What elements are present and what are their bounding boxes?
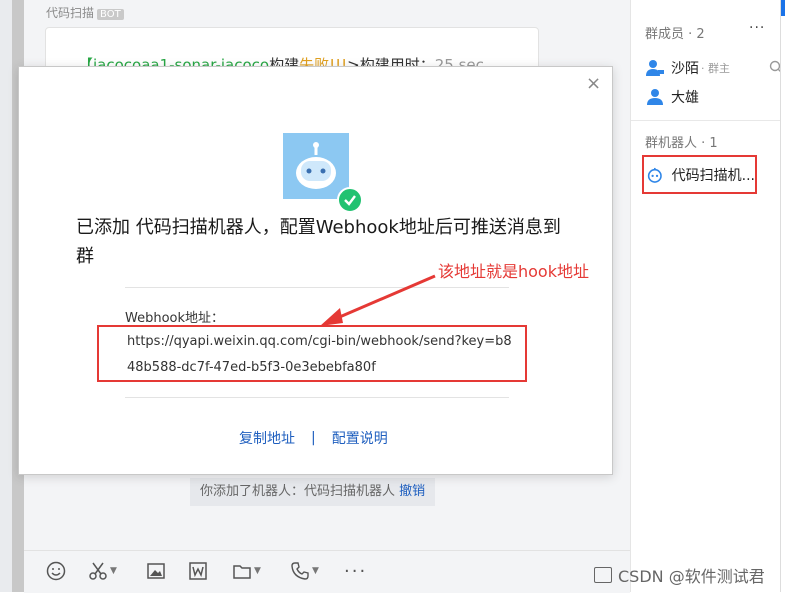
scrollbar[interactable] [780, 0, 806, 592]
undo-link[interactable]: 撤销 [399, 484, 425, 499]
chevron-down-icon: ▼ [312, 566, 319, 576]
comment-icon [594, 567, 612, 583]
group-info-panel: 群成员 · 2 ··· 沙陌 · 群主 大雄 群机器人 · 1 代码扫描机... [630, 0, 783, 592]
scissors-icon [89, 562, 107, 580]
annotation-arrow [320, 274, 436, 326]
divider [125, 397, 509, 398]
copy-address-link[interactable]: 复制地址 [239, 428, 295, 448]
robot-item[interactable]: 代码扫描机... [642, 155, 757, 194]
close-icon[interactable]: × [586, 73, 601, 94]
member-item[interactable]: 大雄 [645, 87, 699, 107]
word-doc-icon [189, 562, 207, 580]
scroll-thumb[interactable] [781, 0, 785, 16]
system-notice-text: 你添加了机器人：代码扫描机器人 [200, 484, 396, 499]
more-options-icon[interactable]: ··· [749, 20, 765, 36]
chevron-down-icon: ▼ [254, 566, 261, 576]
bot-tag: BOT [97, 9, 124, 20]
config-guide-link[interactable]: 配置说明 [332, 428, 388, 448]
member-role: · 群主 [701, 62, 730, 75]
watermark-text: CSDN @软件测试君 [618, 567, 765, 586]
document-button[interactable] [188, 559, 208, 583]
success-check-icon [337, 187, 363, 213]
system-notice: 你添加了机器人：代码扫描机器人 撤销 [190, 478, 436, 506]
member-admin-icon [646, 60, 664, 76]
link-separator: | [311, 430, 316, 446]
member-item[interactable]: 沙陌 · 群主 [645, 58, 730, 78]
image-button[interactable] [146, 559, 166, 583]
webhook-highlight-box: https://qyapi.weixin.qq.com/cgi-bin/webh… [97, 325, 527, 382]
more-icon: ··· [344, 560, 368, 582]
members-title: 群成员 · 2 [645, 27, 705, 42]
phone-icon [291, 562, 309, 580]
image-icon [147, 563, 165, 579]
more-button[interactable]: ··· [344, 559, 367, 583]
webhook-url[interactable]: https://qyapi.weixin.qq.com/cgi-bin/webh… [127, 329, 517, 381]
message-sender: 代码扫描 BOT [46, 4, 124, 21]
emoji-button[interactable] [46, 559, 66, 583]
chevron-down-icon: ▼ [110, 566, 117, 576]
divider [631, 120, 781, 121]
screenshot-button[interactable]: ▼ [88, 559, 117, 583]
robot-name: 代码扫描机... [671, 167, 755, 184]
folder-icon [233, 565, 251, 579]
webhook-label: Webhook地址： [125, 311, 225, 326]
call-button[interactable]: ▼ [290, 559, 319, 583]
member-icon [647, 89, 663, 105]
member-name: 沙陌 [671, 61, 699, 77]
emoji-icon [46, 561, 66, 581]
watermark: CSDN @软件测试君 [594, 563, 765, 587]
sender-name: 代码扫描 [46, 6, 95, 20]
robots-title: 群机器人 · 1 [645, 136, 718, 151]
dialog-actions: 复制地址 | 配置说明 [239, 428, 388, 448]
robot-icon [647, 167, 662, 183]
annotation-text: 该地址就是hook地址 [438, 262, 589, 281]
input-toolbar: ▼ ▼ ▼ ··· [24, 550, 630, 593]
file-button[interactable]: ▼ [232, 559, 261, 583]
left-strip [0, 0, 12, 592]
member-name: 大雄 [671, 90, 699, 106]
